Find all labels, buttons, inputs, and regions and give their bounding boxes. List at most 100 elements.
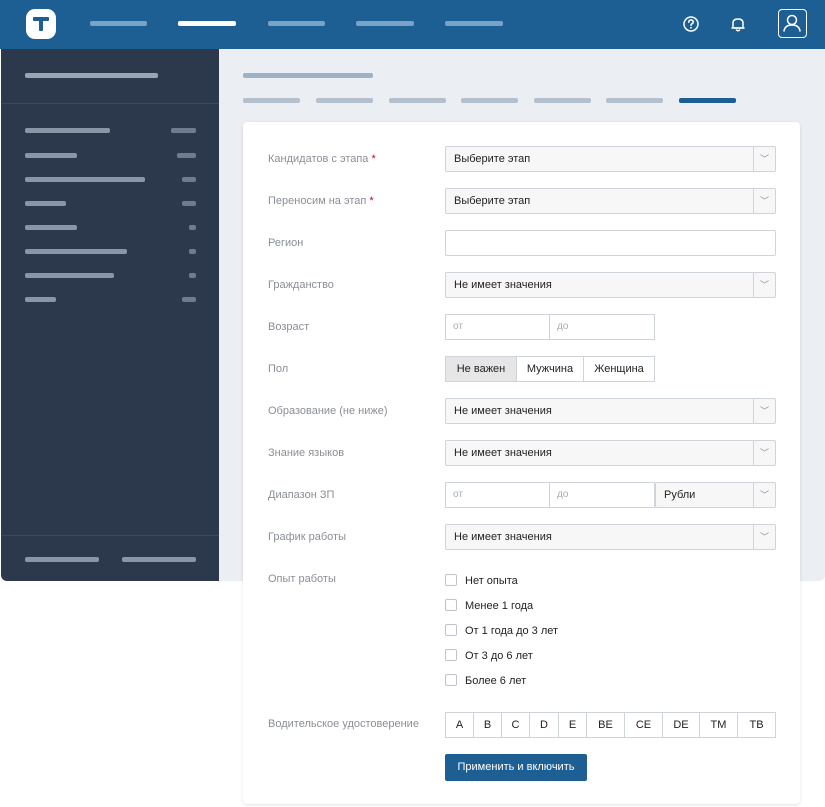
sidebar-item-8[interactable] <box>25 297 56 302</box>
salary-from-input[interactable]: от <box>445 482 550 508</box>
sidebar-title-placeholder <box>25 73 158 78</box>
user-profile-button[interactable] <box>778 9 807 38</box>
bell-icon[interactable] <box>728 14 748 34</box>
license-category-tm[interactable]: TM <box>699 712 738 738</box>
license-category-ce[interactable]: CE <box>624 712 663 738</box>
step-tab-6[interactable] <box>606 98 663 103</box>
education-label: Образование (не ниже) <box>268 405 388 417</box>
sidebar-item-4[interactable] <box>25 201 66 206</box>
sidebar-item-7[interactable] <box>25 273 114 278</box>
experience-option-label: Менее 1 года <box>465 600 534 612</box>
step-tab-5[interactable] <box>534 98 591 103</box>
sidebar-item-1[interactable] <box>25 128 110 133</box>
salary-currency-value: Рубли <box>664 489 696 501</box>
chevron-down-icon: ﹀ <box>753 525 775 549</box>
sidebar-item-2[interactable] <box>25 153 77 158</box>
license-category-de[interactable]: DE <box>662 712 700 738</box>
sidebar-item-6[interactable] <box>25 249 127 254</box>
experience-checkbox-1to3[interactable] <box>445 624 457 636</box>
languages-value: Не имеет значения <box>454 447 552 459</box>
languages-label: Знание языков <box>268 447 345 459</box>
citizenship-value: Не имеет значения <box>454 279 552 291</box>
move-to-stage-label: Переносим на этап * <box>268 195 374 207</box>
license-category-a[interactable]: A <box>445 712 474 738</box>
nav-item-3[interactable] <box>268 21 325 26</box>
languages-select[interactable]: Не имеет значения ﹀ <box>445 440 776 466</box>
gender-option-male[interactable]: Мужчина <box>516 356 584 382</box>
experience-option-label: Нет опыта <box>465 575 518 587</box>
nav-item-1[interactable] <box>90 21 147 26</box>
salary-currency-select[interactable]: Рубли ﹀ <box>655 482 776 508</box>
license-category-tb[interactable]: TB <box>737 712 776 738</box>
experience-checkbox-none[interactable] <box>445 574 457 586</box>
age-from-input[interactable]: от <box>445 314 550 340</box>
age-to-input[interactable]: до <box>549 314 655 340</box>
experience-checkbox-3to6[interactable] <box>445 649 457 661</box>
gender-option-any[interactable]: Не важен <box>445 356 517 382</box>
nav-item-5[interactable] <box>445 21 503 26</box>
chevron-down-icon: ﹀ <box>753 189 775 213</box>
schedule-value: Не имеет значения <box>454 531 552 543</box>
age-label: Возраст <box>268 321 310 333</box>
sidebar-item-1-count <box>171 128 196 133</box>
citizenship-label: Гражданство <box>268 279 334 291</box>
sidebar-footer-link-2[interactable] <box>122 557 196 562</box>
schedule-select[interactable]: Не имеет значения ﹀ <box>445 524 776 550</box>
citizenship-select[interactable]: Не имеет значения ﹀ <box>445 272 776 298</box>
chevron-down-icon: ﹀ <box>753 483 775 507</box>
sidebar-header <box>1 49 219 104</box>
step-tab-3[interactable] <box>389 98 446 103</box>
sidebar-item-5[interactable] <box>25 225 77 230</box>
app-window: Кандидатов с этапа * Выберите этап ﹀ Пер… <box>0 0 825 807</box>
salary-to-input[interactable]: до <box>549 482 655 508</box>
move-to-stage-select[interactable]: Выберите этап ﹀ <box>445 188 776 214</box>
step-tab-7-active[interactable] <box>679 98 736 103</box>
gender-label: Пол <box>268 363 289 375</box>
experience-checkbox-lt1[interactable] <box>445 599 457 611</box>
schedule-label: График работы <box>268 531 346 543</box>
education-select[interactable]: Не имеет значения ﹀ <box>445 398 776 424</box>
candidates-stage-label: Кандидатов с этапа * <box>268 153 376 165</box>
sidebar <box>1 49 219 581</box>
question-circle-icon[interactable] <box>681 14 701 34</box>
experience-option-label: Более 6 лет <box>465 675 527 687</box>
license-label: Водительское удостоверение <box>268 718 419 730</box>
chevron-down-icon: ﹀ <box>753 147 775 171</box>
experience-option-label: От 1 года до 3 лет <box>465 625 559 637</box>
sidebar-item-7-count <box>189 273 196 278</box>
license-category-be[interactable]: BE <box>586 712 625 738</box>
required-mark: * <box>371 153 376 165</box>
license-category-d[interactable]: D <box>529 712 559 738</box>
apply-and-enable-button[interactable]: Применить и включить <box>445 754 587 781</box>
nav-item-4[interactable] <box>356 21 414 26</box>
logo-t-stem <box>39 17 43 31</box>
license-category-c[interactable]: C <box>501 712 530 738</box>
sidebar-footer-divider <box>1 535 219 536</box>
gender-option-female[interactable]: Женщина <box>583 356 655 382</box>
step-tab-2[interactable] <box>316 98 373 103</box>
sidebar-item-2-count <box>177 153 196 158</box>
page-title-placeholder <box>243 73 373 78</box>
region-input[interactable] <box>445 230 776 256</box>
sidebar-item-3[interactable] <box>25 177 145 182</box>
top-navigation-bar <box>0 0 825 49</box>
sidebar-item-6-count <box>189 249 196 254</box>
nav-item-2-active[interactable] <box>178 21 236 26</box>
chevron-down-icon: ﹀ <box>753 273 775 297</box>
chevron-down-icon: ﹀ <box>753 441 775 465</box>
step-tab-1[interactable] <box>243 98 300 103</box>
experience-option-label: От 3 до 6 лет <box>465 650 533 662</box>
license-category-b[interactable]: B <box>473 712 502 738</box>
sidebar-footer-link-1[interactable] <box>25 557 99 562</box>
experience-checkbox-gt6[interactable] <box>445 674 457 686</box>
experience-label: Опыт работы <box>268 573 336 585</box>
sidebar-item-3-count <box>182 177 196 182</box>
app-logo[interactable] <box>26 9 56 39</box>
education-value: Не имеет значения <box>454 405 552 417</box>
sidebar-item-5-count <box>189 225 196 230</box>
license-category-e[interactable]: E <box>558 712 587 738</box>
user-icon <box>783 14 801 32</box>
candidates-stage-select[interactable]: Выберите этап ﹀ <box>445 146 776 172</box>
step-tab-4[interactable] <box>461 98 518 103</box>
move-to-stage-value: Выберите этап <box>454 195 531 207</box>
